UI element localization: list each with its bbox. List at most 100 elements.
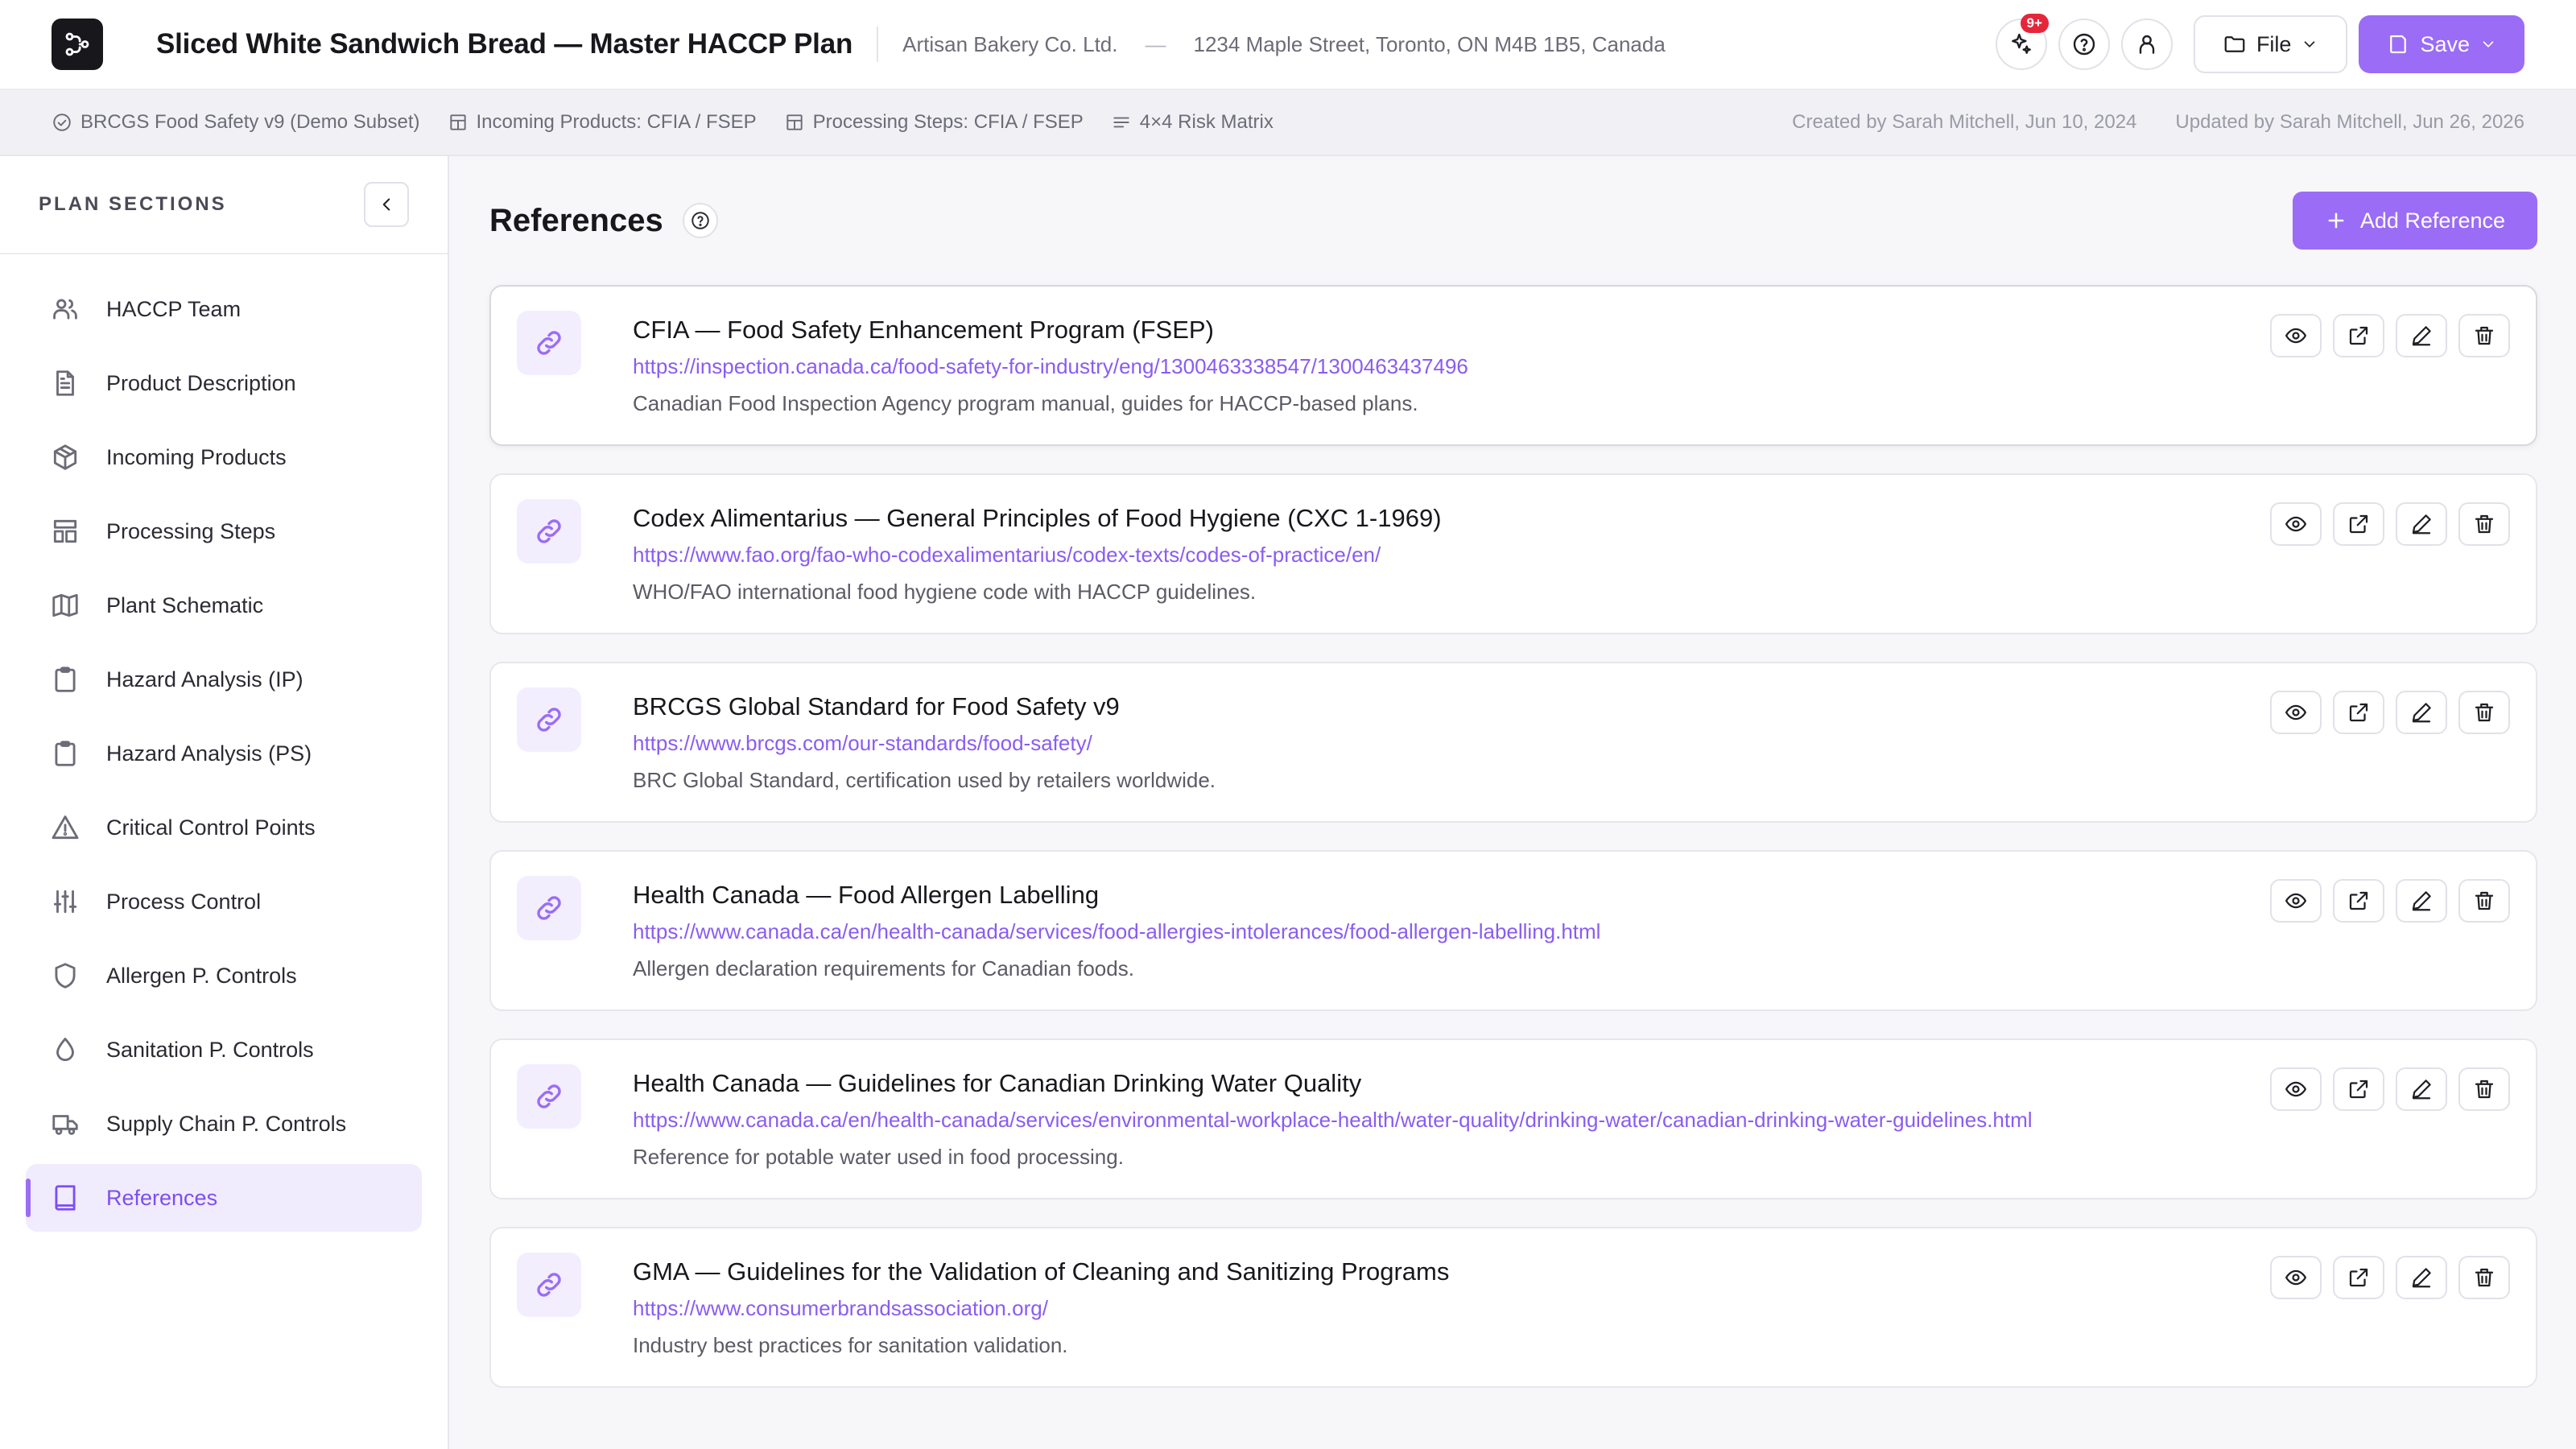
view-reference-button[interactable]: [2270, 879, 2322, 923]
add-reference-button[interactable]: Add Reference: [2292, 192, 2537, 250]
sidebar-item-processing-steps[interactable]: Processing Steps: [26, 497, 422, 565]
trash-icon: [2472, 512, 2496, 536]
open-external-button[interactable]: [2333, 691, 2384, 734]
link-icon: [517, 499, 581, 564]
eye-icon: [2284, 1265, 2308, 1290]
folder-icon: [2223, 32, 2247, 56]
sidebar-header: PLAN SECTIONS: [0, 156, 448, 254]
sidebar-item-label: Allergen P. Controls: [106, 963, 297, 988]
edit-icon: [2409, 512, 2434, 536]
file-menu-label: File: [2256, 31, 2292, 56]
delete-reference-button[interactable]: [2458, 691, 2510, 734]
edit-reference-button[interactable]: [2396, 1067, 2447, 1111]
sidebar-item-sanitation-controls[interactable]: Sanitation P. Controls: [26, 1016, 422, 1084]
sidebar-item-haccp-team[interactable]: HACCP Team: [26, 275, 422, 343]
sidebar-item-plant-schematic[interactable]: Plant Schematic: [26, 572, 422, 639]
reference-url-link[interactable]: https://www.fao.org/fao-who-codexaliment…: [633, 536, 1442, 573]
link-icon: [517, 687, 581, 752]
package-icon: [50, 442, 80, 473]
open-external-button[interactable]: [2333, 1256, 2384, 1299]
sidebar-item-references[interactable]: References: [26, 1164, 422, 1232]
sidebar-item-label: Incoming Products: [106, 444, 287, 469]
open-external-button[interactable]: [2333, 502, 2384, 546]
reference-url-link[interactable]: https://www.canada.ca/en/health-canada/s…: [633, 1101, 2033, 1138]
meta-incoming-label: Incoming Products: CFIA / FSEP: [476, 111, 757, 133]
help-circle-icon: [690, 210, 711, 231]
reference-url-link[interactable]: https://inspection.canada.ca/food-safety…: [633, 348, 1468, 385]
trash-icon: [2472, 1077, 2496, 1101]
reference-description: Reference for potable water used in food…: [633, 1145, 1124, 1169]
references-list: CFIA — Food Safety Enhancement Program (…: [489, 285, 2537, 1388]
delete-reference-button[interactable]: [2458, 314, 2510, 357]
open-external-button[interactable]: [2333, 314, 2384, 357]
sidebar-item-product-description[interactable]: Product Description: [26, 349, 422, 417]
edit-reference-button[interactable]: [2396, 879, 2447, 923]
layout-icon: [448, 112, 469, 133]
sidebar-item-hazard-analysis-ip[interactable]: Hazard Analysis (IP): [26, 646, 422, 713]
created-info: Created by Sarah Mitchell, Jun 10, 2024: [1792, 111, 2137, 133]
eye-icon: [2284, 512, 2308, 536]
reference-url-link[interactable]: https://www.brcgs.com/our-standards/food…: [633, 724, 1216, 762]
sidebar-item-supply-chain-controls[interactable]: Supply Chain P. Controls: [26, 1090, 422, 1158]
edit-reference-button[interactable]: [2396, 314, 2447, 357]
header-actions: 9+ File Save: [1995, 14, 2524, 73]
reference-url-link[interactable]: https://www.canada.ca/en/health-canada/s…: [633, 913, 1600, 950]
truck-icon: [50, 1108, 80, 1139]
workflow-icon: [62, 29, 93, 60]
trash-icon: [2472, 700, 2496, 724]
open-external-button[interactable]: [2333, 879, 2384, 923]
reference-url-link[interactable]: https://www.consumerbrandsassociation.or…: [633, 1290, 1449, 1327]
users-icon: [50, 294, 80, 324]
audit-info: Created by Sarah Mitchell, Jun 10, 2024 …: [1792, 111, 2524, 134]
sidebar-item-hazard-analysis-ps[interactable]: Hazard Analysis (PS): [26, 720, 422, 787]
sidebar-item-label: Sanitation P. Controls: [106, 1037, 314, 1062]
sidebar-item-allergen-controls[interactable]: Allergen P. Controls: [26, 942, 422, 1009]
view-reference-button[interactable]: [2270, 691, 2322, 734]
reference-actions: [2270, 502, 2510, 546]
view-reference-button[interactable]: [2270, 314, 2322, 357]
eye-icon: [2284, 1077, 2308, 1101]
view-reference-button[interactable]: [2270, 1067, 2322, 1111]
help-button[interactable]: [2058, 19, 2110, 70]
main-content: References Add Reference CFIA — Food Saf…: [449, 156, 2576, 1449]
reference-card: CFIA — Food Safety Enhancement Program (…: [489, 285, 2537, 446]
delete-reference-button[interactable]: [2458, 1067, 2510, 1111]
updated-info: Updated by Sarah Mitchell, Jun 26, 2026: [2175, 111, 2524, 133]
help-circle-icon: [2071, 31, 2097, 57]
open-external-button[interactable]: [2333, 1067, 2384, 1111]
edit-reference-button[interactable]: [2396, 1256, 2447, 1299]
page-title: References: [489, 202, 663, 238]
save-button[interactable]: Save: [2359, 15, 2524, 73]
reference-title: GMA — Guidelines for the Validation of C…: [633, 1257, 1450, 1286]
edit-reference-button[interactable]: [2396, 691, 2447, 734]
reference-title: Codex Alimentarius — General Principles …: [633, 504, 1442, 532]
delete-reference-button[interactable]: [2458, 502, 2510, 546]
reference-body: CFIA — Food Safety Enhancement Program (…: [633, 311, 1468, 444]
sidebar-item-label: HACCP Team: [106, 296, 242, 321]
delete-reference-button[interactable]: [2458, 1256, 2510, 1299]
edit-reference-button[interactable]: [2396, 502, 2447, 546]
view-reference-button[interactable]: [2270, 502, 2322, 546]
link-icon: [517, 1253, 581, 1317]
company-name: Artisan Bakery Co. Ltd.: [902, 31, 1118, 56]
shield-icon: [50, 960, 80, 991]
view-reference-button[interactable]: [2270, 1256, 2322, 1299]
ai-assistant-button[interactable]: 9+: [1995, 14, 2049, 70]
user-button[interactable]: [2120, 19, 2173, 70]
sidebar-item-label: Process Control: [106, 889, 262, 914]
reference-card: Health Canada — Food Allergen Labelling …: [489, 850, 2537, 1011]
sidebar-item-incoming-products[interactable]: Incoming Products: [26, 423, 422, 491]
sidebar-item-critical-control-points[interactable]: Critical Control Points: [26, 794, 422, 861]
save-button-label: Save: [2420, 31, 2470, 56]
references-help-button[interactable]: [682, 203, 718, 238]
sidebar-item-process-control[interactable]: Process Control: [26, 868, 422, 935]
file-menu-button[interactable]: File: [2193, 15, 2348, 73]
reference-actions: [2270, 314, 2510, 357]
meta-standard-label: BRCGS Food Safety v9 (Demo Subset): [80, 111, 420, 133]
notification-badge: 9+: [2020, 14, 2049, 33]
user-icon: [2134, 31, 2160, 57]
reference-body: Health Canada — Food Allergen Labelling …: [633, 876, 1600, 1009]
delete-reference-button[interactable]: [2458, 879, 2510, 923]
collapse-sidebar-button[interactable]: [364, 182, 409, 227]
app-logo[interactable]: [52, 19, 103, 70]
